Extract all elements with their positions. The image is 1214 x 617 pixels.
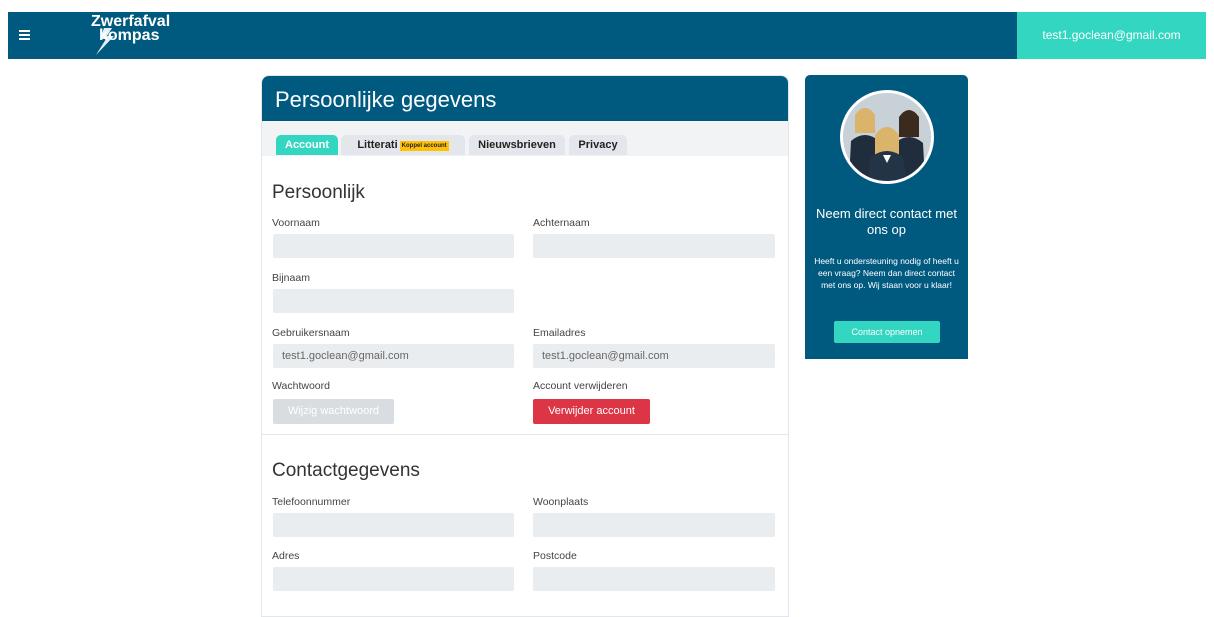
nickname-label: Bijnaam: [272, 272, 310, 284]
section-title-contact: Contactgegevens: [272, 460, 420, 481]
address-label: Adres: [272, 550, 300, 562]
logo[interactable]: Zwerfafval kompas: [88, 14, 178, 55]
card-title: Persoonlijke gegevens: [262, 76, 788, 121]
tab-account[interactable]: Account: [276, 135, 338, 155]
last-name-label: Achternaam: [533, 217, 590, 229]
personal-details-card: Persoonlijke gegevens Account Litterati K…: [261, 75, 789, 617]
change-password-button[interactable]: Wijzig wachtwoord: [273, 399, 394, 424]
sidebar-text: Heeft u ondersteuning nodig of heeft u e…: [814, 256, 959, 290]
email-label: Emailadres: [533, 327, 586, 339]
team-photo: [840, 90, 934, 184]
postcode-field[interactable]: [533, 567, 775, 591]
phone-label: Telefoonnummer: [272, 496, 351, 508]
top-navbar: Zwerfafval kompas test1.goclean@gmail.co…: [8, 12, 1206, 59]
contact-sidebar: Neem direct contact met ons op Heeft u o…: [805, 75, 968, 359]
postcode-label: Postcode: [533, 550, 577, 562]
tab-privacy[interactable]: Privacy: [569, 135, 627, 155]
phone-field[interactable]: [273, 513, 514, 537]
tab-bar: Account Litterati Koppel account Nieuwsbr…: [262, 121, 788, 156]
username-label: Gebruikersnaam: [272, 327, 350, 339]
logo-bolt-icon: [96, 28, 114, 55]
password-label: Wachtwoord: [272, 380, 330, 392]
email-field[interactable]: test1.goclean@gmail.com: [533, 344, 775, 368]
city-label: Woonplaats: [533, 496, 589, 508]
hamburger-icon[interactable]: [18, 24, 32, 46]
koppel-account-badge: Koppel account: [399, 141, 449, 151]
last-name-field[interactable]: [533, 234, 775, 258]
delete-account-button[interactable]: Verwijder account: [533, 399, 650, 424]
section-divider: [262, 434, 788, 435]
nickname-field[interactable]: [273, 289, 514, 313]
first-name-label: Voornaam: [272, 217, 320, 229]
contact-button[interactable]: Contact opnemen: [834, 321, 940, 343]
first-name-field[interactable]: [273, 234, 514, 258]
username-field[interactable]: test1.goclean@gmail.com: [273, 344, 514, 368]
address-field[interactable]: [273, 567, 514, 591]
delete-account-label: Account verwijderen: [533, 380, 628, 392]
user-menu-button[interactable]: test1.goclean@gmail.com: [1017, 12, 1206, 59]
city-field[interactable]: [533, 513, 775, 537]
tab-litterati[interactable]: Litterati Koppel account: [341, 135, 465, 155]
sidebar-title: Neem direct contact met ons op: [816, 206, 957, 237]
tab-nieuwsbrieven[interactable]: Nieuwsbrieven: [469, 135, 565, 155]
section-title-personal: Persoonlijk: [272, 182, 365, 203]
